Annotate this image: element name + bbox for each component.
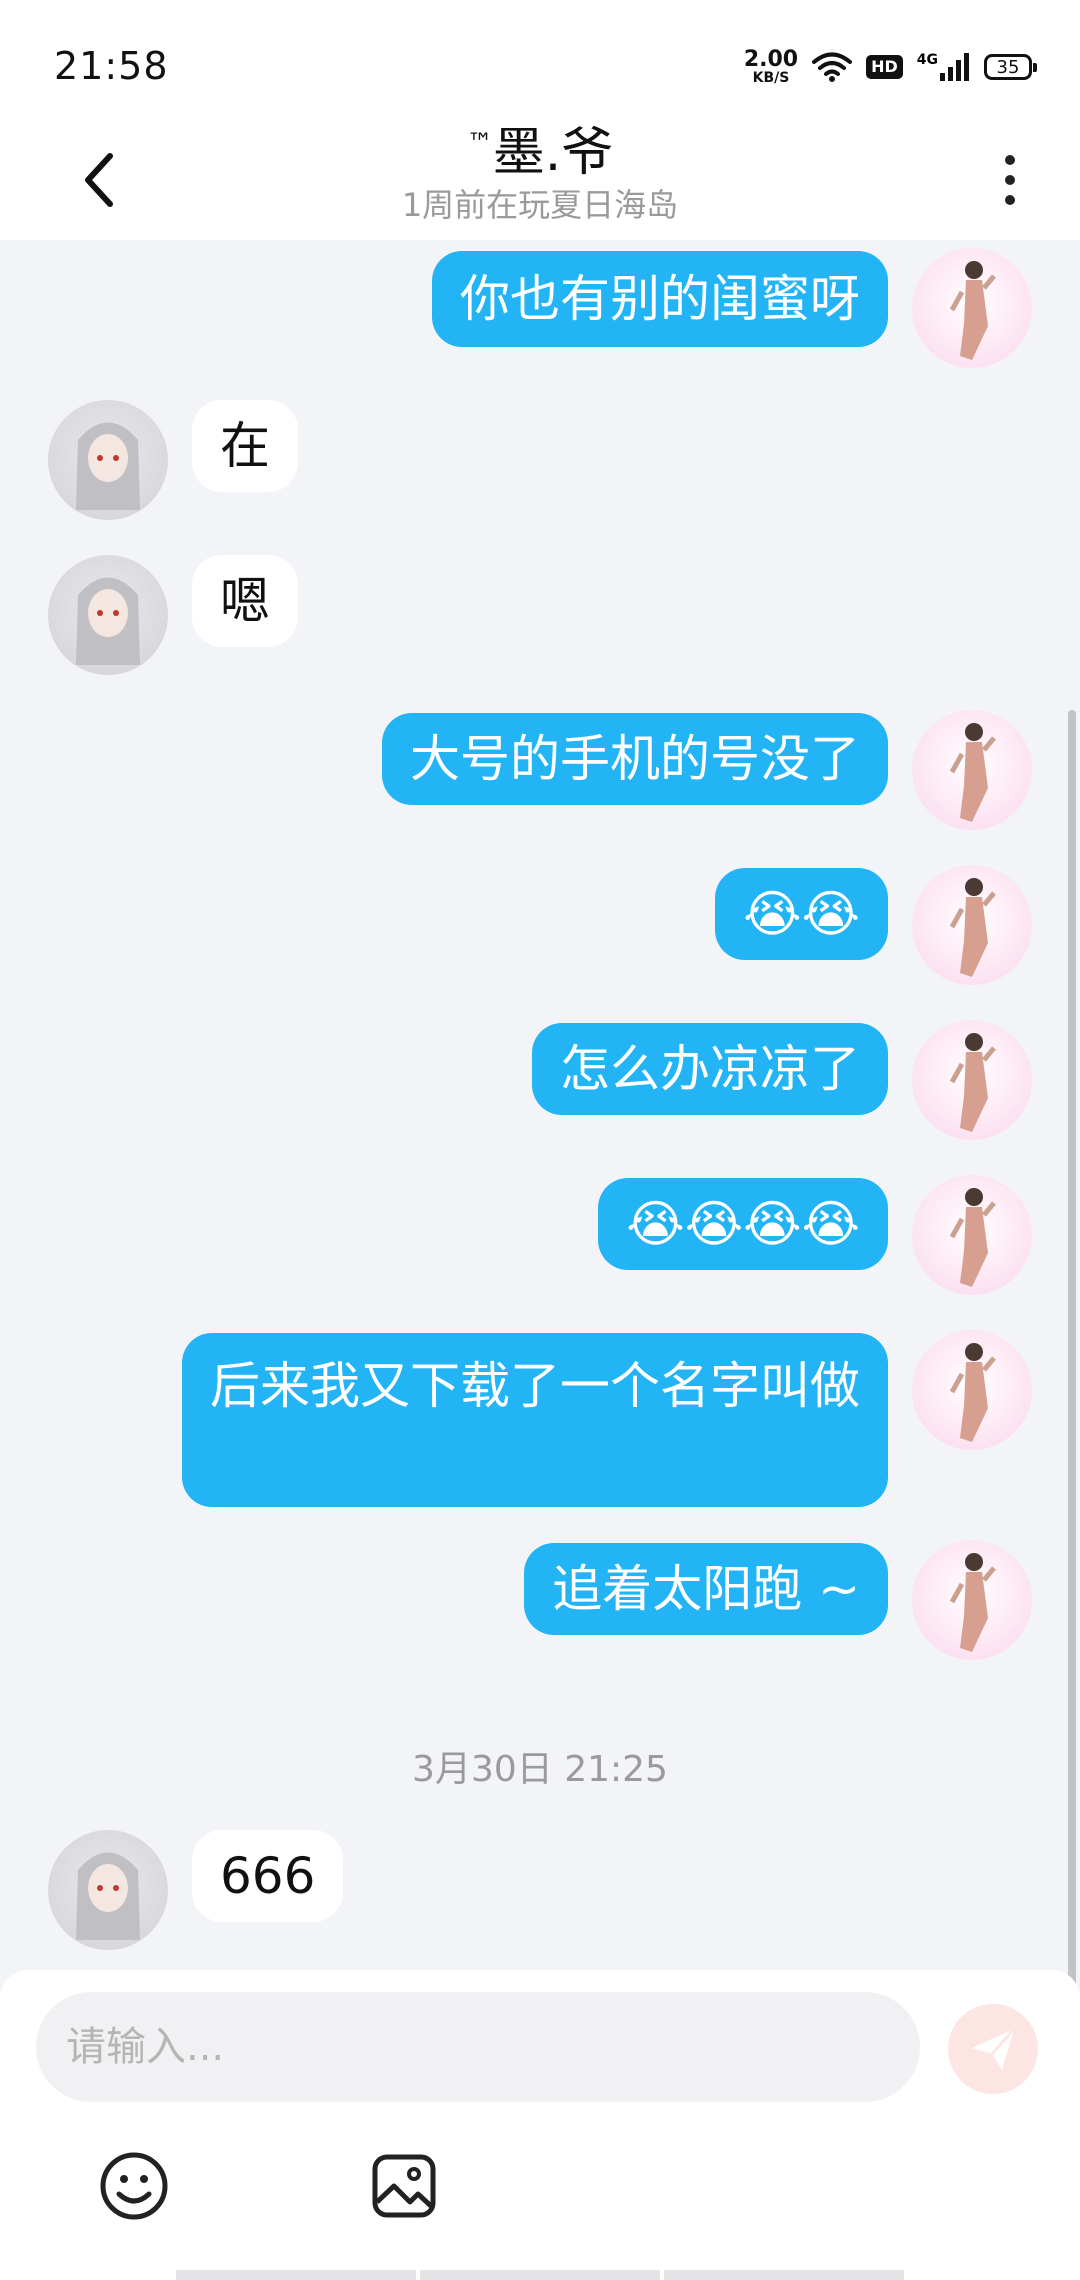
my-avatar[interactable] <box>912 1175 1032 1295</box>
message-bubble-me[interactable]: 😭😭 <box>715 868 888 960</box>
contact-avatar[interactable] <box>48 1830 168 1950</box>
image-icon <box>372 2154 436 2218</box>
status-indicators: 2.00 KB/S HD 4G 35 <box>743 44 1037 90</box>
avatar-figure-icon <box>949 1033 996 1132</box>
message-bubble-me[interactable]: 怎么办凉凉了 <box>532 1023 888 1115</box>
time-separator: 3月30日 21:25 <box>412 1749 668 1790</box>
avatar-anime-icon <box>76 577 140 665</box>
send-icon <box>972 2028 1016 2070</box>
avatar-anime-icon <box>76 1852 140 1940</box>
gesture-bar <box>176 2270 904 2280</box>
message-bubble-other[interactable]: 嗯 <box>192 555 298 647</box>
contact-avatar[interactable] <box>48 555 168 675</box>
avatar-anime-icon <box>76 422 140 510</box>
message-row-me: 😭😭😭😭 <box>0 1175 1080 1305</box>
avatar-figure-icon <box>949 1553 996 1652</box>
message-bubble-me[interactable]: 大号的手机的号没了 <box>382 713 888 805</box>
my-avatar[interactable] <box>912 710 1032 830</box>
contact-name-text: 墨.爷 <box>492 123 614 183</box>
my-avatar[interactable] <box>912 248 1032 368</box>
message-row-other: 666 <box>0 1830 1080 1960</box>
more-vertical-icon <box>1005 155 1015 165</box>
message-bubble-me[interactable]: 后来我又下载了一个名字叫做 <box>182 1333 888 1507</box>
send-button[interactable] <box>948 2004 1038 2094</box>
message-row-me: 后来我又下载了一个名字叫做 <box>0 1330 1080 1510</box>
network-type-label: 4G <box>916 52 938 68</box>
wifi-icon <box>812 52 853 82</box>
avatar-figure-icon <box>949 261 996 360</box>
avatar-figure-icon <box>949 723 996 822</box>
message-row-me: 你也有别的闺蜜呀 <box>0 244 1080 374</box>
emoji-button[interactable] <box>98 2150 170 2222</box>
message-bubble-me[interactable]: 追着太阳跑 ~ <box>524 1543 888 1635</box>
chat-header: ™墨.爷 1周前在玩夏日海岛 <box>0 120 1080 240</box>
image-button[interactable] <box>368 2150 440 2222</box>
message-list[interactable]: 你也有别的闺蜜呀 在 嗯 大号的手机的号没了 😭😭 怎么办凉凉了 😭😭😭😭 后来… <box>0 240 1080 2200</box>
signal-icon: 4G <box>917 53 970 81</box>
avatar-figure-icon <box>949 1343 996 1442</box>
message-composer <box>0 1970 1080 2280</box>
battery-indicator: 35 <box>984 54 1037 80</box>
avatar-figure-icon <box>949 1188 996 1287</box>
contact-name: ™墨.爷 <box>0 120 1080 188</box>
message-row-me: 大号的手机的号没了 <box>0 710 1080 840</box>
avatar-figure-icon <box>949 878 996 977</box>
status-time: 21:58 <box>54 44 169 88</box>
network-speed: 2.00 KB/S <box>743 47 799 86</box>
message-bubble-me[interactable]: 😭😭😭😭 <box>598 1178 888 1270</box>
message-row-me: 追着太阳跑 ~ <box>0 1540 1080 1670</box>
contact-status: 1周前在玩夏日海岛 <box>401 186 679 224</box>
message-row-me: 怎么办凉凉了 <box>0 1020 1080 1150</box>
more-options-button[interactable] <box>980 140 1040 220</box>
message-bubble-other[interactable]: 在 <box>192 400 298 492</box>
hd-badge: HD <box>866 55 903 79</box>
my-avatar[interactable] <box>912 1020 1032 1140</box>
my-avatar[interactable] <box>912 1330 1032 1450</box>
message-bubble-other[interactable]: 666 <box>192 1830 344 1922</box>
trademark-prefix: ™ <box>466 128 493 159</box>
network-speed-value: 2.00 <box>743 47 799 72</box>
message-bubble-me[interactable]: 你也有别的闺蜜呀 <box>432 251 888 347</box>
my-avatar[interactable] <box>912 865 1032 985</box>
my-avatar[interactable] <box>912 1540 1032 1660</box>
smiley-icon <box>100 2152 168 2220</box>
message-row-other: 在 <box>0 400 1080 530</box>
message-row-me: 😭😭 <box>0 865 1080 995</box>
contact-avatar[interactable] <box>48 400 168 520</box>
battery-level: 35 <box>996 56 1020 78</box>
message-row-other: 嗯 <box>0 555 1080 685</box>
network-speed-unit: KB/S <box>752 70 790 86</box>
message-input[interactable] <box>36 1992 920 2102</box>
status-bar: 21:58 2.00 KB/S HD 4G 35 <box>0 0 1080 120</box>
